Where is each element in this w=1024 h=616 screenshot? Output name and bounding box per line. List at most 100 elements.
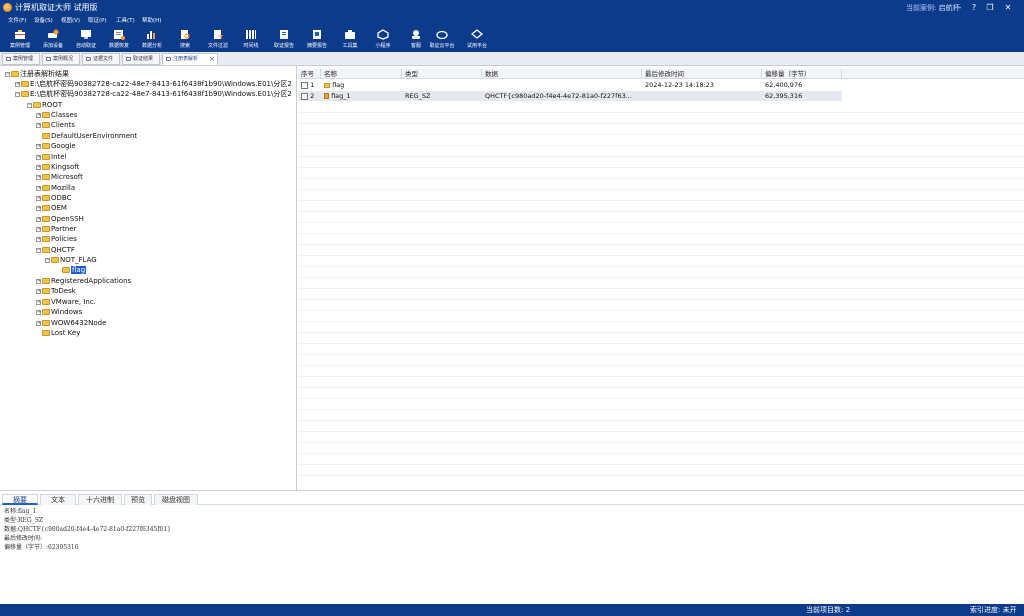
tab-forensic-results[interactable]: 取证结果 <box>122 53 160 65</box>
tree-node-root[interactable]: − 注册表解析结果 <box>5 69 69 79</box>
expand-icon[interactable]: + <box>36 216 41 222</box>
collapse-icon[interactable]: − <box>15 91 20 97</box>
expand-icon[interactable]: + <box>36 185 41 191</box>
expand-icon[interactable]: + <box>36 278 41 284</box>
expand-icon[interactable]: + <box>36 164 41 170</box>
column-header-index[interactable]: 序号 <box>298 69 321 79</box>
tree-node-key[interactable]: + RegisteredApplications <box>36 276 131 286</box>
tab-evidence-files[interactable]: 证据文件 <box>82 53 120 65</box>
collapse-icon[interactable]: − <box>36 247 41 253</box>
tree-node-key[interactable]: + VMware, Inc. <box>36 297 96 307</box>
tree-node-key[interactable]: + Clients <box>36 120 75 130</box>
summary-report-button[interactable]: 摘要报告 <box>301 28 333 50</box>
tree-node-key[interactable]: + OEM <box>36 203 67 213</box>
column-header-offset[interactable]: 偏移量（字节） <box>762 69 842 79</box>
data-recovery-button[interactable]: 数据恢复 <box>103 28 135 50</box>
tree-node-key[interactable]: DefaultUserEnvironment <box>42 131 137 141</box>
expand-icon[interactable]: + <box>15 81 20 87</box>
expand-icon[interactable]: + <box>36 154 41 160</box>
tab-registry-analysis[interactable]: 注册表解析 × <box>162 53 218 65</box>
miniprogram-button[interactable]: 小程序 <box>367 28 399 50</box>
search-button[interactable]: 搜索 <box>169 28 201 50</box>
collapse-icon[interactable]: − <box>27 102 32 108</box>
close-tab-icon[interactable]: × <box>209 54 215 64</box>
expand-icon[interactable]: + <box>36 299 41 305</box>
tree-node-hive[interactable]: − E:\启航杯密码90382728-ca22-48e7-8413-61f6438… <box>15 89 292 99</box>
expand-icon[interactable]: + <box>36 309 41 315</box>
tab-case-overview[interactable]: 案例概况 <box>42 53 80 65</box>
menu-help[interactable]: 帮助(H) <box>142 16 161 24</box>
maximize-button[interactable]: ❐ <box>984 2 996 13</box>
tree-node-key[interactable]: + Kingsoft <box>36 162 79 172</box>
row-checkbox[interactable] <box>301 92 308 100</box>
tab-text[interactable]: 文本 <box>40 494 76 505</box>
column-header-name[interactable]: 名称 <box>321 69 402 79</box>
expand-icon[interactable]: + <box>36 195 41 201</box>
row-checkbox[interactable] <box>301 81 308 89</box>
tab-preview[interactable]: 预览 <box>124 494 152 505</box>
grid-header: 序号 名称 类型 数据 最后修改时间 偏移量（字节） <box>298 69 1024 79</box>
tab-hex[interactable]: 十六进制 <box>78 494 122 505</box>
grid-line <box>298 211 1024 212</box>
close-button[interactable]: ✕ <box>1002 2 1014 13</box>
column-header-data[interactable]: 数据 <box>482 69 642 79</box>
column-header-type[interactable]: 类型 <box>402 69 482 79</box>
table-row[interactable]: 2 flag_1 REG_SZ QHCTF{c980ad20-f4e4-4e72… <box>298 91 842 101</box>
tab-summary[interactable]: 摘要 <box>2 494 38 505</box>
detail-data: 数据:QHCTF{c980ad20-f4e4-4e72-81a0-f227f63… <box>4 526 171 533</box>
tree-node-hive[interactable]: + E:\启航杯密码90382728-ca22-48e7-8413-61f6438… <box>15 79 292 89</box>
tree-node-ROOT[interactable]: − ROOT <box>27 100 62 110</box>
trial-platform-button[interactable]: 试用平台 <box>461 28 493 50</box>
expand-icon[interactable]: + <box>36 122 41 128</box>
grid-line <box>298 134 1024 135</box>
tree-node-key[interactable]: Lost Key <box>42 328 80 338</box>
tree-node-key[interactable]: + Policies <box>36 234 77 244</box>
expand-icon[interactable]: + <box>36 320 41 326</box>
expand-icon[interactable]: + <box>36 226 41 232</box>
column-header-mtime[interactable]: 最后修改时间 <box>642 69 762 79</box>
case-management-button[interactable]: 案例管理 <box>4 28 36 50</box>
expand-icon[interactable]: + <box>36 236 41 242</box>
tree-node-key[interactable]: + Partner <box>36 224 76 234</box>
expand-icon[interactable]: + <box>36 288 41 294</box>
toolset-button[interactable]: 工具集 <box>334 28 366 50</box>
expand-icon[interactable]: + <box>36 112 41 118</box>
tree-node-not-flag[interactable]: − NOT_FLAG <box>45 255 97 265</box>
table-row[interactable]: 1 flag 2024-12-23 14:18:23 62,400,976 <box>298 80 842 90</box>
tree-node-key[interactable]: + ToDesk <box>36 286 76 296</box>
tree-node-key-qhctf[interactable]: − QHCTF <box>36 245 75 255</box>
expand-icon[interactable]: + <box>36 205 41 211</box>
tab-disk-view[interactable]: 磁盘视图 <box>154 494 198 505</box>
help-button[interactable]: ? <box>968 2 980 13</box>
auto-forensic-button[interactable]: 自动取证 <box>70 28 102 50</box>
expand-icon[interactable]: + <box>36 143 41 149</box>
tree-node-key[interactable]: + Google <box>36 141 76 151</box>
tab-case-management[interactable]: 案例管理 <box>2 53 40 65</box>
expand-icon[interactable]: + <box>36 174 41 180</box>
tree-node-key[interactable]: + Classes <box>36 110 77 120</box>
menu-view[interactable]: 视图(V) <box>61 16 80 24</box>
file-filter-button[interactable]: 文件过滤 <box>202 28 234 50</box>
menu-file[interactable]: 文件(F) <box>8 16 26 24</box>
tree-node-key[interactable]: + OpenSSH <box>36 214 84 224</box>
collapse-icon[interactable]: − <box>5 71 10 77</box>
forensic-report-button[interactable]: 取证报告 <box>268 28 300 50</box>
menu-device[interactable]: 设备(S) <box>34 16 53 24</box>
folder-icon <box>42 143 50 149</box>
menu-forensic[interactable]: 取证(P) <box>88 16 107 24</box>
tree-node-key[interactable]: + Windows <box>36 307 82 317</box>
data-analysis-button[interactable]: 数据分析 <box>136 28 168 50</box>
tree-node-key[interactable]: + Microsoft <box>36 172 83 182</box>
cloud-platform-button[interactable]: 取证云平台 <box>426 28 458 50</box>
tree-node-key[interactable]: + Mozilla <box>36 183 75 193</box>
add-device-button[interactable]: 添加设备 <box>37 28 69 50</box>
minimize-button[interactable]: - <box>954 2 966 13</box>
tree-node-key[interactable]: + ODBC <box>36 193 71 203</box>
menu-tools[interactable]: 工具(T) <box>116 16 135 24</box>
folder-icon <box>42 330 50 336</box>
timeline-button[interactable]: 时间线 <box>235 28 267 50</box>
tree-node-flag-selected[interactable]: flag <box>62 265 87 275</box>
tree-node-key[interactable]: + WOW6432Node <box>36 318 106 328</box>
tree-node-key[interactable]: + Intel <box>36 152 67 162</box>
collapse-icon[interactable]: − <box>45 257 50 263</box>
